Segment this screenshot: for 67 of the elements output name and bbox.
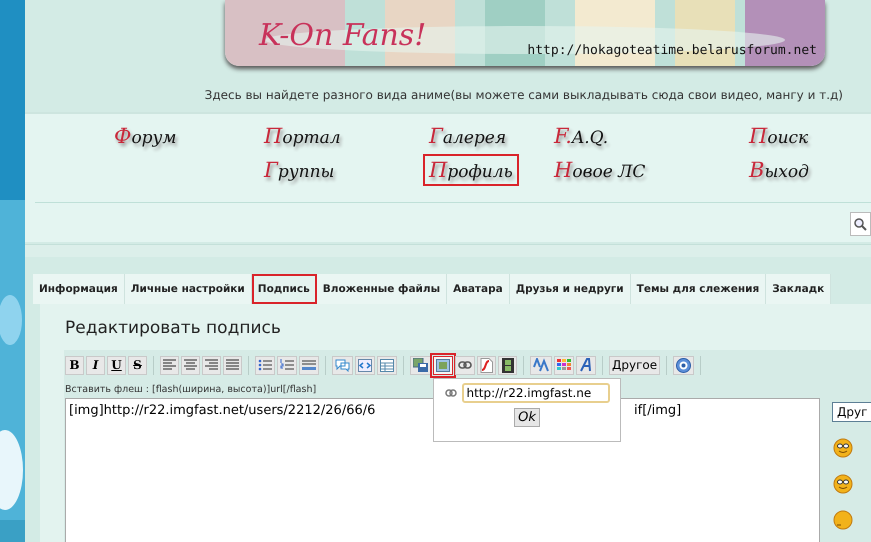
nav-link[interactable]: Новое ЛС bbox=[550, 156, 650, 184]
help-icon bbox=[676, 358, 692, 372]
tab[interactable]: Вложенные файлы bbox=[316, 274, 448, 304]
nav-link[interactable]: F.A.Q. bbox=[550, 122, 612, 150]
textarea-text: [img]http://r22.imgfast.net/users/2212/26/66/6 bbox=[69, 403, 376, 418]
tab[interactable]: Закладк bbox=[766, 274, 832, 304]
url-input[interactable]: http://r22.imgfast.ne bbox=[462, 383, 610, 403]
nav-link[interactable]: Группы bbox=[260, 156, 338, 184]
tab[interactable]: Друзья и недруги bbox=[510, 274, 631, 304]
image-save-icon bbox=[413, 358, 428, 372]
image-icon bbox=[436, 358, 450, 372]
toolbar-button[interactable] bbox=[410, 356, 431, 374]
link-icon bbox=[444, 389, 456, 397]
table-icon bbox=[380, 358, 394, 372]
toolbar-button[interactable] bbox=[160, 356, 179, 374]
nav-link[interactable]: Галерея bbox=[425, 122, 510, 150]
toolbar-button[interactable] bbox=[277, 356, 297, 374]
smiley-icon bbox=[832, 508, 854, 530]
align-right-icon bbox=[205, 359, 218, 371]
more-button[interactable]: Другое bbox=[609, 356, 660, 374]
film-icon bbox=[502, 358, 514, 372]
nav-link[interactable]: Форум bbox=[110, 122, 181, 150]
flash-icon bbox=[480, 358, 493, 372]
toolbar-button[interactable] bbox=[223, 356, 242, 374]
horizontal-rule-icon bbox=[302, 359, 316, 371]
code-icon bbox=[358, 358, 372, 372]
toolbar-button[interactable] bbox=[299, 356, 319, 374]
align-left-icon bbox=[163, 359, 176, 371]
toolbar-button[interactable] bbox=[255, 356, 275, 374]
strikethrough-button[interactable]: S bbox=[128, 356, 147, 374]
numbered-list-icon bbox=[280, 359, 294, 371]
link-icon bbox=[458, 360, 472, 370]
hint-text: Вставить флеш : [flash(ширина, высота)]url[/flash] bbox=[65, 383, 316, 397]
smiley-icon bbox=[832, 436, 854, 458]
site-url: http://hokagoteatime.belarusforum.net bbox=[527, 43, 817, 58]
smiley-select[interactable]: Друг bbox=[832, 402, 871, 422]
smiley-icon bbox=[832, 472, 854, 494]
search-button[interactable] bbox=[850, 212, 871, 236]
speech-bubble-icon bbox=[335, 358, 350, 372]
bullet-list-icon bbox=[258, 359, 272, 371]
nav-link[interactable]: Портал bbox=[260, 122, 345, 150]
tab[interactable]: Личные настройки bbox=[124, 274, 252, 304]
font-icon bbox=[579, 358, 593, 372]
align-center-icon bbox=[184, 359, 197, 371]
bold-button[interactable]: B bbox=[65, 356, 84, 374]
tab[interactable]: Подпись bbox=[252, 274, 317, 304]
toolbar-button[interactable] bbox=[455, 356, 475, 374]
nav-link[interactable]: Выход bbox=[745, 156, 813, 184]
nav-link[interactable]: Профиль bbox=[425, 156, 517, 184]
justify-icon bbox=[226, 359, 239, 371]
textarea-text: if[/img] bbox=[634, 403, 682, 418]
toolbar-button[interactable] bbox=[498, 356, 517, 374]
search-icon bbox=[854, 218, 867, 230]
page-title: Редактировать подпись bbox=[65, 317, 282, 340]
tab[interactable]: Темы для слежения bbox=[630, 274, 766, 304]
nav-link[interactable]: Поиск bbox=[745, 122, 812, 150]
ok-button[interactable]: Ok bbox=[514, 408, 540, 427]
tab[interactable]: Аватара bbox=[447, 274, 510, 304]
toolbar-button[interactable] bbox=[202, 356, 221, 374]
italic-button[interactable]: I bbox=[86, 356, 105, 374]
color-palette-icon bbox=[557, 359, 571, 371]
site-logo: K-On Fans! bbox=[259, 18, 426, 53]
tagline: Здесь вы найдете разного вида аниме(вы можете сами выкладывать сюда свои видео, мангу и т.д) bbox=[204, 88, 844, 104]
toolbar-button[interactable] bbox=[181, 356, 200, 374]
toolbar-button[interactable] bbox=[673, 356, 694, 374]
tab[interactable]: Информация bbox=[33, 274, 125, 304]
underline-button[interactable]: U bbox=[107, 356, 126, 374]
